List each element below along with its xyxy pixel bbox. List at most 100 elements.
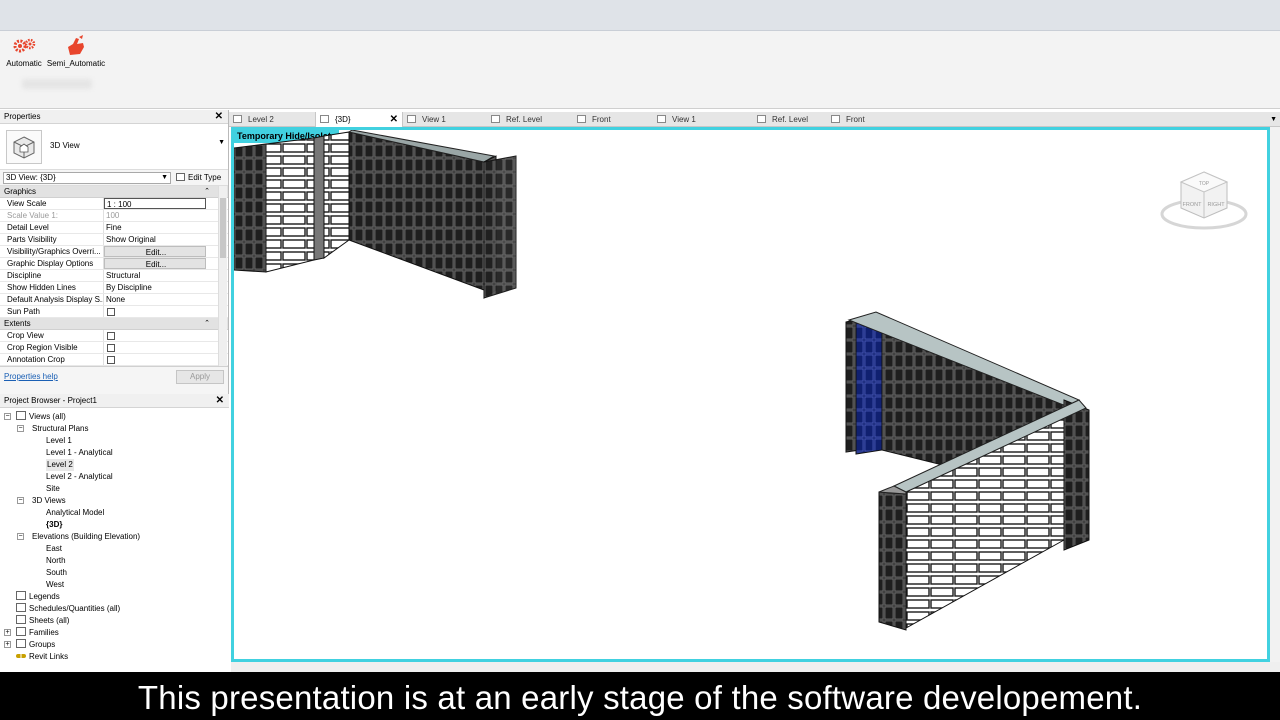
- browser-item[interactable]: Level 1: [46, 435, 72, 447]
- type-selector[interactable]: 3D View ▼: [0, 124, 228, 170]
- properties-help-link[interactable]: Properties help: [4, 372, 58, 381]
- project-browser-title: Project Browser - Project1: [4, 396, 97, 405]
- view-tab[interactable]: View 1: [653, 112, 753, 127]
- automatic-button[interactable]: Automatic: [4, 35, 44, 68]
- collapse-icon[interactable]: ⌃: [204, 318, 210, 330]
- browser-item[interactable]: Revit Links: [16, 651, 68, 663]
- view-tab-label: Front: [592, 115, 611, 124]
- browser-item-label: Revit Links: [29, 652, 69, 661]
- close-icon[interactable]: ✕: [215, 110, 223, 124]
- browser-item[interactable]: Groups: [16, 639, 55, 651]
- checkbox[interactable]: [107, 308, 115, 316]
- property-row: Show Hidden Lines By Discipline: [0, 282, 228, 294]
- close-icon[interactable]: ✕: [390, 112, 398, 127]
- view-instance-select[interactable]: 3D View: {3D} ▼: [3, 172, 171, 184]
- view-tab[interactable]: Ref. Level: [487, 112, 573, 127]
- property-checkbox[interactable]: [104, 342, 206, 353]
- browser-item[interactable]: Legends: [16, 591, 60, 603]
- properties-section-graphics[interactable]: Graphics ⌃: [0, 186, 228, 198]
- view-tab[interactable]: Front: [573, 112, 653, 127]
- checkbox[interactable]: [107, 356, 115, 364]
- browser-item[interactable]: Families: [16, 627, 59, 639]
- view-tabs: Level 2 {3D} ✕ View 1 Ref. Level Front View 1 R…: [229, 112, 1280, 127]
- properties-scrollbar[interactable]: [218, 186, 227, 366]
- formwork-model[interactable]: [234, 130, 1267, 659]
- browser-item-label: Analytical Model: [46, 508, 105, 517]
- checkbox[interactable]: [107, 332, 115, 340]
- property-checkbox[interactable]: [104, 306, 206, 317]
- browser-item-label: Level 2: [47, 460, 73, 469]
- edit-type-button[interactable]: Edit Type: [176, 172, 221, 184]
- property-checkbox[interactable]: [104, 354, 206, 365]
- property-name: Sun Path: [0, 306, 104, 317]
- browser-item[interactable]: Level 2 - Analytical: [46, 471, 113, 483]
- viewcube[interactable]: TOP FRONT RIGHT: [1159, 164, 1249, 236]
- view-tab[interactable]: Ref. Level: [753, 112, 827, 127]
- browser-item[interactable]: Level 2: [46, 459, 74, 471]
- collapse-icon[interactable]: −: [4, 413, 11, 420]
- collapse-icon[interactable]: ⌃: [204, 186, 210, 198]
- browser-item[interactable]: Level 1 - Analytical: [46, 447, 113, 459]
- browser-item-label: Structural Plans: [32, 424, 89, 433]
- viewport-scrollbar[interactable]: [1270, 127, 1280, 662]
- browser-item[interactable]: East: [46, 543, 62, 555]
- chevron-down-icon: ▼: [161, 174, 168, 181]
- chevron-down-icon[interactable]: ▼: [218, 139, 225, 146]
- property-value[interactable]: 100: [104, 210, 206, 221]
- property-name: View Scale: [0, 198, 104, 209]
- view-tab[interactable]: View 1: [403, 112, 487, 127]
- property-edit-button[interactable]: Edit...: [104, 258, 206, 269]
- property-checkbox[interactable]: [104, 330, 206, 341]
- apply-button[interactable]: Apply: [176, 370, 224, 384]
- wall-formwork-top-left[interactable]: [234, 130, 517, 299]
- property-value[interactable]: Fine: [104, 222, 206, 233]
- browser-item[interactable]: Structural Plans: [32, 423, 88, 435]
- browser-item[interactable]: Elevations (Building Elevation): [32, 531, 140, 543]
- elevation-icon: [577, 115, 586, 123]
- browser-item-label: 3D Views: [32, 496, 66, 505]
- edit-type-label: Edit Type: [188, 173, 222, 182]
- schedules-icon: [16, 603, 26, 612]
- property-value[interactable]: None: [104, 294, 206, 305]
- browser-item[interactable]: Schedules/Quantities (all): [16, 603, 120, 615]
- close-icon[interactable]: ✕: [216, 394, 224, 408]
- property-value[interactable]: By Discipline: [104, 282, 206, 293]
- browser-item[interactable]: Sheets (all): [16, 615, 69, 627]
- property-row: Parts Visibility Show Original: [0, 234, 228, 246]
- property-edit-button[interactable]: Edit...: [104, 246, 206, 257]
- view-tab[interactable]: Level 2: [229, 112, 315, 127]
- properties-section-extents[interactable]: Extents ⌃: [0, 318, 228, 330]
- chevron-down-icon[interactable]: ▼: [1270, 112, 1277, 127]
- expand-icon[interactable]: +: [4, 641, 11, 648]
- view-tab-label: View 1: [672, 115, 696, 124]
- browser-item[interactable]: West: [46, 579, 64, 591]
- property-value[interactable]: Structural: [104, 270, 206, 281]
- property-value[interactable]: 1 : 100: [104, 198, 206, 209]
- browser-item[interactable]: Analytical Model: [46, 507, 104, 519]
- browser-item[interactable]: Site: [46, 483, 60, 495]
- collapse-icon[interactable]: −: [17, 497, 24, 504]
- sheets-icon: [16, 615, 26, 624]
- browser-item[interactable]: Views (all): [16, 411, 66, 423]
- property-value[interactable]: Show Original: [104, 234, 206, 245]
- property-row: Detail Level Fine: [0, 222, 228, 234]
- collapse-icon[interactable]: −: [17, 425, 24, 432]
- semi-automatic-button[interactable]: Semi_Automatic: [46, 35, 106, 68]
- browser-item[interactable]: {3D}: [46, 519, 62, 531]
- wall-formwork-l-shape[interactable]: [845, 311, 1090, 631]
- expand-icon[interactable]: +: [4, 629, 11, 636]
- viewcube-top-label: TOP: [1199, 181, 1210, 187]
- gears-icon: [13, 38, 36, 53]
- scrollbar-thumb[interactable]: [220, 198, 226, 258]
- collapse-icon[interactable]: −: [17, 533, 24, 540]
- property-name: Discipline: [0, 270, 104, 281]
- browser-item[interactable]: South: [46, 567, 67, 579]
- browser-item[interactable]: North: [46, 555, 66, 567]
- view-tab[interactable]: Front: [827, 112, 903, 127]
- 3d-viewport[interactable]: Temporary Hide/Isolate TOP FRONT RIGHT: [231, 127, 1270, 662]
- view-tab-label: Ref. Level: [772, 115, 809, 124]
- view-tab[interactable]: {3D} ✕: [315, 112, 403, 127]
- checkbox[interactable]: [107, 344, 115, 352]
- view-selector-row: 3D View: {3D} ▼ Edit Type: [0, 170, 228, 186]
- browser-item[interactable]: 3D Views: [32, 495, 66, 507]
